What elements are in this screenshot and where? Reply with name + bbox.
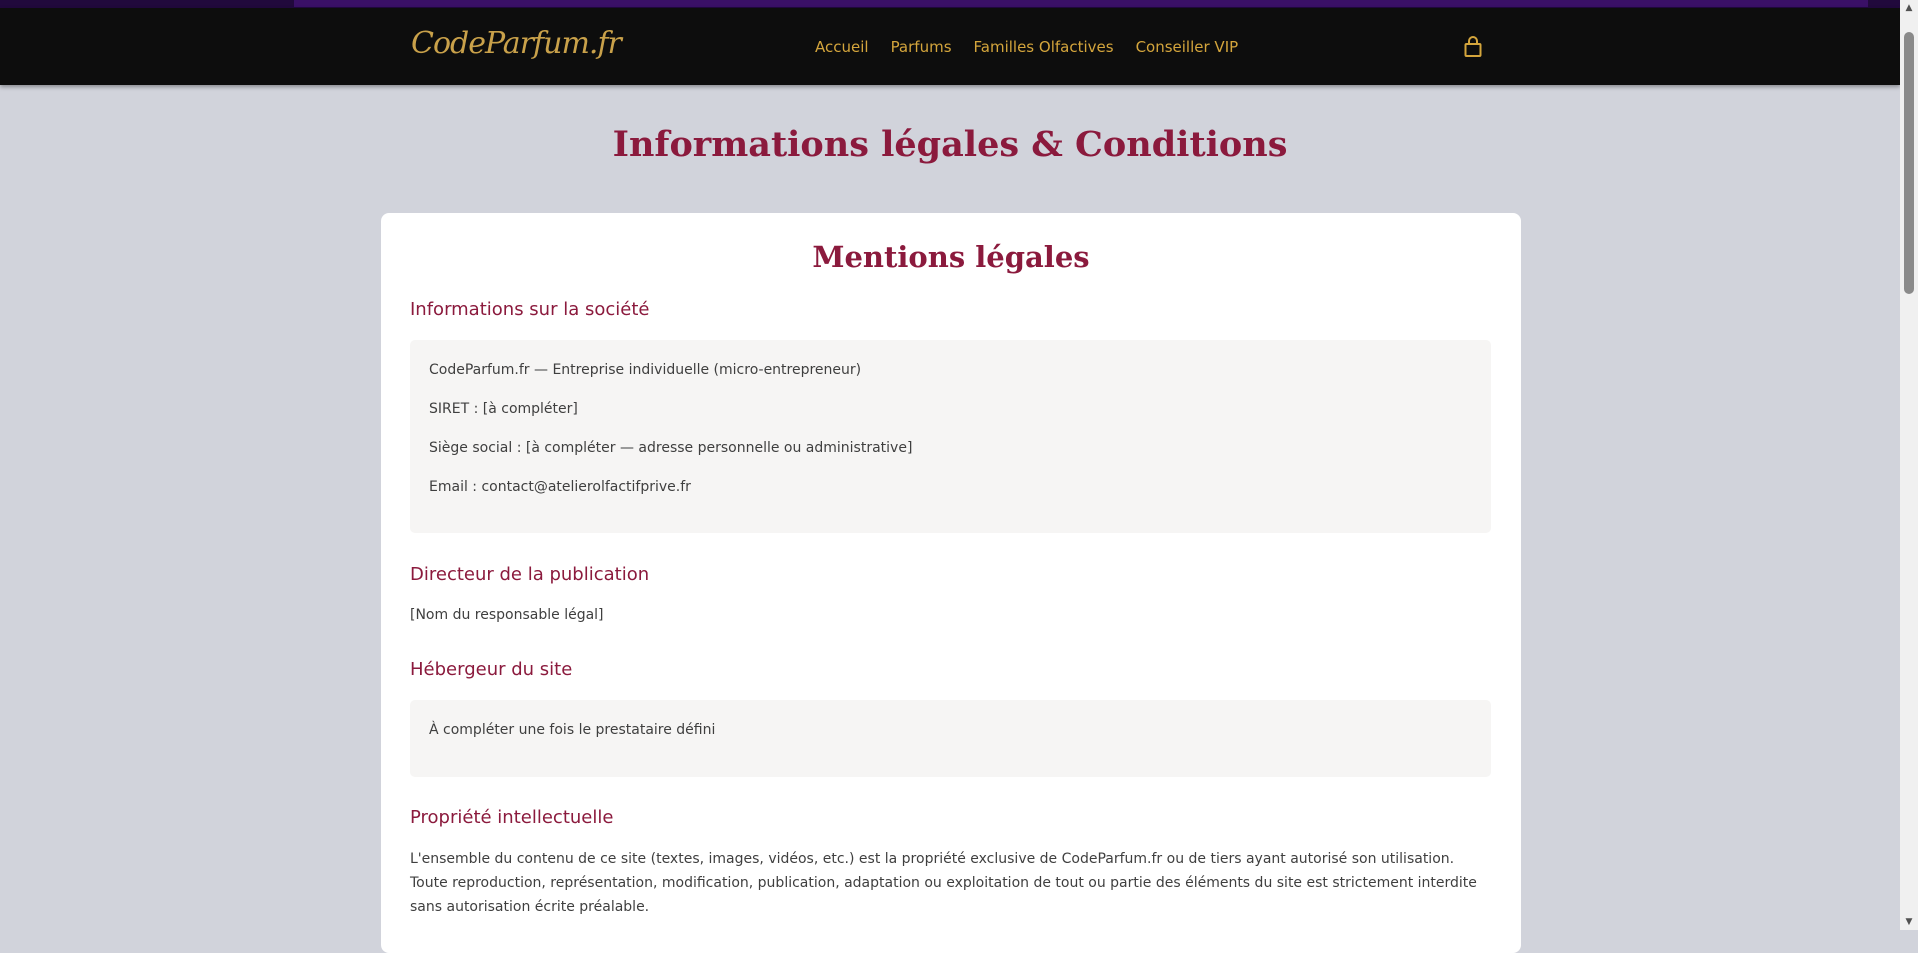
main-nav: Accueil Parfums Familles Olfactives Cons… — [815, 38, 1238, 56]
nav-link-parfums[interactable]: Parfums — [891, 38, 952, 56]
site-header: CodeParfum.fr Accueil Parfums Familles O… — [0, 8, 1900, 85]
nav-link-accueil[interactable]: Accueil — [815, 38, 869, 56]
hebergeur-box: À compléter une fois le prestataire défi… — [410, 700, 1491, 777]
site-logo[interactable]: CodeParfum.fr — [411, 26, 622, 61]
section-heading-directeur: Directeur de la publication — [410, 564, 650, 585]
company-line-siret: SIRET : [à compléter] — [429, 401, 578, 417]
hebergeur-text: À compléter une fois le prestataire défi… — [429, 722, 716, 738]
section-heading-hebergeur: Hébergeur du site — [410, 659, 573, 680]
page-title: Informations légales & Conditions — [612, 124, 1288, 165]
section-heading-propriete: Propriété intellectuelle — [410, 807, 614, 828]
section-heading-societe: Informations sur la société — [410, 299, 650, 320]
propriete-text: L'ensemble du contenu de ce site (textes… — [410, 851, 1477, 915]
nav-link-familles-olfactives[interactable]: Familles Olfactives — [974, 38, 1114, 56]
nav-link-conseiller-vip[interactable]: Conseiller VIP — [1136, 38, 1239, 56]
company-line-siege: Siège social : [à compléter — adresse pe… — [429, 440, 913, 456]
scroll-up-arrow-icon[interactable]: ▲ — [1900, 0, 1918, 16]
company-line-name: CodeParfum.fr — Entreprise individuelle … — [429, 362, 862, 378]
page-scrollbar[interactable]: ▲ ▼ — [1900, 0, 1918, 930]
directeur-text: [Nom du responsable légal] — [410, 607, 604, 623]
company-info-box: CodeParfum.fr — Entreprise individuelle … — [410, 340, 1491, 533]
shopping-bag-icon[interactable] — [1462, 35, 1484, 59]
scroll-down-arrow-icon[interactable]: ▼ — [1900, 914, 1918, 930]
company-line-email: Email : contact@atelierolfactifprive.fr — [429, 479, 691, 495]
card-title: Mentions légales — [812, 240, 1090, 274]
legal-card: Mentions légales Informations sur la soc… — [381, 213, 1521, 953]
scrollbar-thumb[interactable] — [1904, 32, 1914, 294]
